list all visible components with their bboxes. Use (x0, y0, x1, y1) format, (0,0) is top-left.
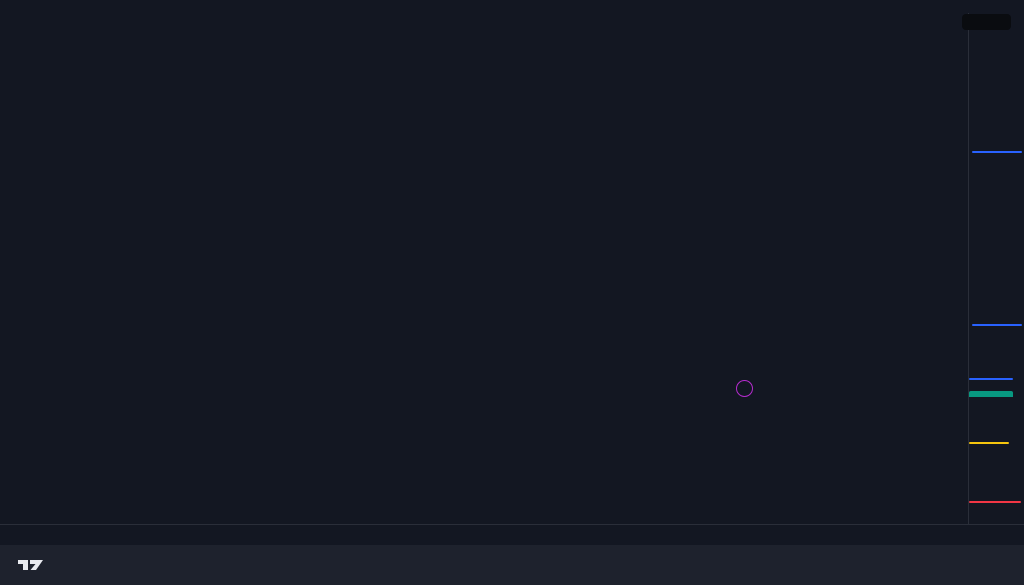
low-price-row (967, 324, 1022, 326)
bottom-toolbar (0, 545, 1024, 585)
tradingview-chart-window (0, 0, 1024, 585)
rsi-pane-legend (14, 398, 19, 408)
macd-value-badge (969, 501, 1021, 503)
rsi-value-badge (969, 442, 1009, 444)
high-price-row (967, 151, 1022, 153)
volume-legend-row (33, 28, 58, 41)
high-price-badge (972, 151, 1022, 153)
volume-total-badge (969, 378, 1013, 380)
attribution-bar (0, 0, 1024, 13)
time-axis[interactable] (0, 524, 1024, 546)
currency-toggle-button[interactable] (962, 14, 1011, 30)
volume-current-badge (969, 391, 1013, 397)
price-scale-divider (968, 13, 969, 524)
low-price-badge (972, 324, 1022, 326)
tradingview-logo-icon[interactable] (18, 557, 44, 573)
macd-pane-legend (14, 481, 19, 491)
chart-canvas[interactable] (0, 13, 968, 524)
quick-trade-lightning-icon[interactable] (736, 380, 753, 397)
symbol-legend-row (33, 15, 58, 28)
chart-legend (33, 15, 58, 41)
